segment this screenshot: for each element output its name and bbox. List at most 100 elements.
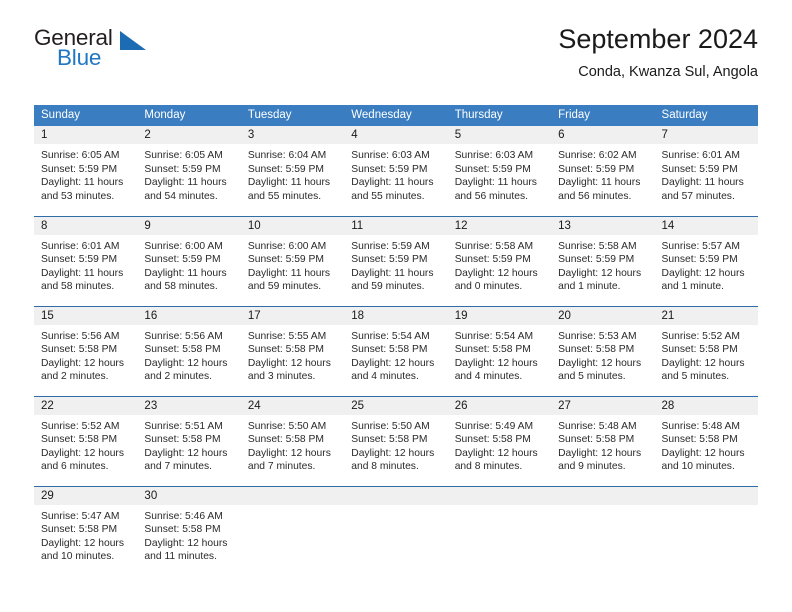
brand-logo[interactable]: General Blue bbox=[34, 26, 164, 79]
weekday-header-tuesday: Tuesday bbox=[240, 105, 345, 126]
day-number: 2 bbox=[137, 126, 241, 144]
day-number: 20 bbox=[551, 306, 655, 325]
day-number bbox=[447, 486, 552, 505]
day-cell[interactable]: 9 Sunrise: 6:00 AM Sunset: 5:59 PM Dayli… bbox=[137, 215, 241, 306]
day-cell[interactable]: 28 Sunrise: 5:48 AM Sunset: 5:58 PM Dayl… bbox=[654, 395, 758, 486]
day-number: 7 bbox=[654, 126, 758, 144]
day-cell[interactable]: 2 Sunrise: 6:05 AM Sunset: 5:59 PM Dayli… bbox=[137, 126, 241, 216]
sunrise-text: Sunrise: 5:58 AM bbox=[558, 240, 637, 252]
day-details: Sunrise: 5:51 AM Sunset: 5:58 PM Dayligh… bbox=[137, 415, 240, 474]
day-cell[interactable]: 12 Sunrise: 5:58 AM Sunset: 5:59 PM Dayl… bbox=[447, 215, 552, 306]
daylight-text-line2: and 58 minutes. bbox=[41, 281, 115, 293]
day-cell[interactable]: 27 Sunrise: 5:48 AM Sunset: 5:58 PM Dayl… bbox=[551, 395, 655, 486]
calendar-week-row: 29 Sunrise: 5:47 AM Sunset: 5:58 PM Dayl… bbox=[34, 485, 758, 576]
sunset-text: Sunset: 5:58 PM bbox=[41, 434, 118, 446]
day-cell[interactable]: 29 Sunrise: 5:47 AM Sunset: 5:58 PM Dayl… bbox=[34, 485, 138, 576]
daylight-text-line2: and 7 minutes. bbox=[144, 461, 212, 473]
day-number: 13 bbox=[551, 216, 655, 235]
sunrise-text: Sunrise: 6:02 AM bbox=[558, 150, 637, 161]
day-details: Sunrise: 6:00 AM Sunset: 5:59 PM Dayligh… bbox=[137, 235, 240, 294]
day-cell[interactable]: 5 Sunrise: 6:03 AM Sunset: 5:59 PM Dayli… bbox=[447, 126, 552, 216]
day-details bbox=[241, 505, 344, 510]
day-cell[interactable]: 16 Sunrise: 5:56 AM Sunset: 5:58 PM Dayl… bbox=[137, 305, 241, 396]
day-cell[interactable]: 3 Sunrise: 6:04 AM Sunset: 5:59 PM Dayli… bbox=[240, 126, 345, 216]
day-cell[interactable]: 25 Sunrise: 5:50 AM Sunset: 5:58 PM Dayl… bbox=[344, 395, 448, 486]
daylight-text-line2: and 58 minutes. bbox=[144, 281, 218, 293]
day-cell[interactable]: 23 Sunrise: 5:51 AM Sunset: 5:58 PM Dayl… bbox=[137, 395, 241, 486]
daylight-text-line2: and 10 minutes. bbox=[41, 551, 115, 563]
daylight-text-line2: and 4 minutes. bbox=[351, 371, 419, 383]
day-cell[interactable]: 21 Sunrise: 5:52 AM Sunset: 5:58 PM Dayl… bbox=[654, 305, 758, 396]
day-cell[interactable]: 17 Sunrise: 5:55 AM Sunset: 5:58 PM Dayl… bbox=[240, 305, 345, 396]
calendar-week-row: 15 Sunrise: 5:56 AM Sunset: 5:58 PM Dayl… bbox=[34, 305, 758, 396]
day-details: Sunrise: 6:04 AM Sunset: 5:59 PM Dayligh… bbox=[241, 144, 344, 203]
day-cell[interactable]: 4 Sunrise: 6:03 AM Sunset: 5:59 PM Dayli… bbox=[344, 126, 448, 216]
daylight-text-line1: Daylight: 12 hours bbox=[661, 357, 745, 369]
sunrise-text: Sunrise: 5:59 AM bbox=[351, 240, 430, 252]
day-cell[interactable]: 20 Sunrise: 5:53 AM Sunset: 5:58 PM Dayl… bbox=[551, 305, 655, 396]
day-details: Sunrise: 5:56 AM Sunset: 5:58 PM Dayligh… bbox=[137, 325, 240, 384]
calendar-week-row: 1 Sunrise: 6:05 AM Sunset: 5:59 PM Dayli… bbox=[34, 126, 758, 216]
day-cell[interactable]: 19 Sunrise: 5:54 AM Sunset: 5:58 PM Dayl… bbox=[447, 305, 552, 396]
day-details: Sunrise: 6:00 AM Sunset: 5:59 PM Dayligh… bbox=[241, 235, 344, 294]
sunset-text: Sunset: 5:58 PM bbox=[661, 434, 738, 446]
day-details: Sunrise: 5:59 AM Sunset: 5:59 PM Dayligh… bbox=[344, 235, 447, 294]
daylight-text-line1: Daylight: 12 hours bbox=[558, 267, 642, 279]
day-cell[interactable]: 13 Sunrise: 5:58 AM Sunset: 5:59 PM Dayl… bbox=[551, 215, 655, 306]
day-cell[interactable]: 26 Sunrise: 5:49 AM Sunset: 5:58 PM Dayl… bbox=[447, 395, 552, 486]
daylight-text-line2: and 56 minutes. bbox=[454, 190, 528, 202]
sunrise-text: Sunrise: 6:05 AM bbox=[144, 150, 223, 161]
day-details: Sunrise: 5:58 AM Sunset: 5:59 PM Dayligh… bbox=[448, 235, 551, 294]
sunset-text: Sunset: 5:58 PM bbox=[558, 434, 635, 446]
sunrise-text: Sunrise: 5:53 AM bbox=[558, 330, 637, 342]
sunset-text: Sunset: 5:59 PM bbox=[41, 254, 118, 266]
weekday-header-monday: Monday bbox=[137, 105, 241, 126]
daylight-text-line2: and 4 minutes. bbox=[454, 371, 523, 383]
day-cell[interactable]: 11 Sunrise: 5:59 AM Sunset: 5:59 PM Dayl… bbox=[344, 215, 448, 306]
daylight-text-line2: and 9 minutes. bbox=[558, 461, 626, 473]
day-cell-empty bbox=[551, 485, 655, 576]
daylight-text-line1: Daylight: 11 hours bbox=[41, 267, 124, 279]
weekday-header-sunday: Sunday bbox=[34, 105, 138, 126]
day-number bbox=[344, 486, 448, 505]
sunset-text: Sunset: 5:58 PM bbox=[247, 434, 324, 446]
daylight-text-line1: Daylight: 12 hours bbox=[454, 267, 538, 279]
daylight-text-line2: and 3 minutes. bbox=[247, 371, 316, 383]
day-cell[interactable]: 24 Sunrise: 5:50 AM Sunset: 5:58 PM Dayl… bbox=[240, 395, 345, 486]
day-details: Sunrise: 5:46 AM Sunset: 5:58 PM Dayligh… bbox=[137, 505, 240, 564]
day-cell[interactable]: 10 Sunrise: 6:00 AM Sunset: 5:59 PM Dayl… bbox=[240, 215, 345, 306]
day-details bbox=[344, 505, 447, 510]
day-cell[interactable]: 7 Sunrise: 6:01 AM Sunset: 5:59 PM Dayli… bbox=[654, 126, 758, 216]
day-details bbox=[655, 505, 758, 510]
daylight-text-line2: and 7 minutes. bbox=[247, 461, 316, 473]
daylight-text-line2: and 8 minutes. bbox=[454, 461, 523, 473]
day-cell[interactable]: 1 Sunrise: 6:05 AM Sunset: 5:59 PM Dayli… bbox=[34, 126, 138, 216]
day-details: Sunrise: 6:01 AM Sunset: 5:59 PM Dayligh… bbox=[34, 235, 137, 294]
day-details: Sunrise: 6:03 AM Sunset: 5:59 PM Dayligh… bbox=[448, 144, 551, 203]
daylight-text-line2: and 55 minutes. bbox=[247, 190, 322, 202]
day-cell[interactable]: 6 Sunrise: 6:02 AM Sunset: 5:59 PM Dayli… bbox=[551, 126, 655, 216]
daylight-text-line1: Daylight: 11 hours bbox=[144, 177, 227, 189]
day-number: 24 bbox=[240, 396, 345, 415]
sunset-text: Sunset: 5:59 PM bbox=[454, 163, 531, 175]
day-cell[interactable]: 22 Sunrise: 5:52 AM Sunset: 5:58 PM Dayl… bbox=[34, 395, 138, 486]
day-cell[interactable]: 8 Sunrise: 6:01 AM Sunset: 5:59 PM Dayli… bbox=[34, 215, 138, 306]
weekday-header-friday: Friday bbox=[551, 105, 655, 126]
day-cell[interactable]: 15 Sunrise: 5:56 AM Sunset: 5:58 PM Dayl… bbox=[34, 305, 138, 396]
daylight-text-line1: Daylight: 12 hours bbox=[454, 357, 538, 369]
daylight-text-line2: and 56 minutes. bbox=[558, 190, 632, 202]
day-cell[interactable]: 14 Sunrise: 5:57 AM Sunset: 5:59 PM Dayl… bbox=[654, 215, 758, 306]
day-cell-empty bbox=[447, 485, 552, 576]
daylight-text-line1: Daylight: 11 hours bbox=[661, 177, 744, 189]
day-details: Sunrise: 5:48 AM Sunset: 5:58 PM Dayligh… bbox=[655, 415, 758, 474]
day-details bbox=[551, 505, 654, 510]
day-cell[interactable]: 18 Sunrise: 5:54 AM Sunset: 5:58 PM Dayl… bbox=[344, 305, 448, 396]
day-details: Sunrise: 5:55 AM Sunset: 5:58 PM Dayligh… bbox=[241, 325, 344, 384]
day-number: 11 bbox=[344, 216, 448, 235]
sunset-text: Sunset: 5:58 PM bbox=[144, 524, 221, 536]
day-cell[interactable]: 30 Sunrise: 5:46 AM Sunset: 5:58 PM Dayl… bbox=[137, 485, 241, 576]
daylight-text-line2: and 57 minutes. bbox=[661, 190, 735, 202]
day-details: Sunrise: 5:47 AM Sunset: 5:58 PM Dayligh… bbox=[34, 505, 137, 564]
weekday-header-wednesday: Wednesday bbox=[344, 105, 448, 126]
sunrise-text: Sunrise: 5:47 AM bbox=[41, 510, 120, 522]
